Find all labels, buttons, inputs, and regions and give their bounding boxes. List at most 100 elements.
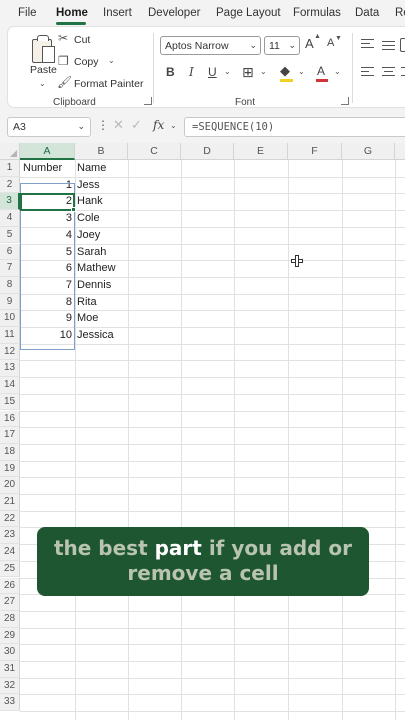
row-header[interactable]: 23 bbox=[0, 527, 20, 545]
row-header[interactable]: 29 bbox=[0, 627, 20, 645]
cell-name[interactable]: Sarah bbox=[77, 244, 106, 261]
italic-button[interactable]: I bbox=[189, 65, 194, 79]
row-header[interactable]: 13 bbox=[0, 360, 20, 378]
cell-a1[interactable]: Number bbox=[23, 160, 62, 177]
row-header[interactable]: 6 bbox=[0, 243, 20, 261]
clipboard-dialog-launcher-icon[interactable] bbox=[144, 97, 152, 105]
align-bottom-icon[interactable] bbox=[400, 38, 405, 52]
cell-name[interactable]: Cole bbox=[77, 210, 100, 227]
cell-number[interactable]: 9 bbox=[20, 310, 74, 327]
row-header[interactable]: 26 bbox=[0, 577, 20, 595]
cell-name[interactable]: Hank bbox=[77, 193, 103, 210]
select-all-button[interactable] bbox=[0, 143, 20, 160]
row-header[interactable]: 15 bbox=[0, 393, 20, 411]
row-header[interactable]: 22 bbox=[0, 510, 20, 528]
borders-chevron-down-icon[interactable]: ⌄ bbox=[260, 67, 267, 76]
tab-page-layout[interactable]: Page Layout bbox=[216, 7, 281, 19]
align-left-icon[interactable] bbox=[361, 67, 374, 78]
format-painter-button[interactable]: Format Painter bbox=[74, 78, 143, 90]
shrink-font-button[interactable]: A bbox=[327, 37, 334, 49]
tab-data[interactable]: Data bbox=[355, 7, 379, 19]
worksheet-grid[interactable]: A B C D E F G 1 2 3 4 5 6 7 8 9 10 11 12 13 14 15 16 17 1… bbox=[0, 143, 405, 720]
column-header-b[interactable]: B bbox=[75, 143, 128, 160]
tab-review[interactable]: Re bbox=[395, 7, 405, 19]
borders-icon[interactable]: ⊞ bbox=[242, 64, 254, 81]
underline-chevron-down-icon[interactable]: ⌄ bbox=[224, 67, 231, 76]
row-header[interactable]: 11 bbox=[0, 327, 20, 344]
row-header[interactable]: 30 bbox=[0, 644, 20, 661]
row-header[interactable]: 8 bbox=[0, 276, 20, 294]
row-header[interactable]: 14 bbox=[0, 377, 20, 394]
enter-check-icon[interactable]: ✓ bbox=[131, 117, 142, 133]
cell-name[interactable]: Rita bbox=[77, 294, 97, 311]
row-header[interactable]: 24 bbox=[0, 544, 20, 561]
grow-font-button[interactable]: A bbox=[305, 36, 314, 51]
column-header-e[interactable]: E bbox=[234, 143, 288, 160]
fill-color-icon[interactable]: ◆ bbox=[280, 63, 290, 79]
column-header-c[interactable]: C bbox=[128, 143, 181, 160]
cell-name[interactable]: Jessica bbox=[77, 327, 114, 344]
row-header[interactable]: 21 bbox=[0, 494, 20, 511]
cell-number[interactable]: 10 bbox=[20, 327, 74, 344]
column-header-g[interactable]: G bbox=[342, 143, 395, 160]
font-color-chevron-down-icon[interactable]: ⌄ bbox=[334, 67, 341, 76]
fill-handle[interactable] bbox=[71, 207, 76, 212]
cell-number[interactable]: 3 bbox=[20, 210, 74, 227]
row-header[interactable]: 32 bbox=[0, 677, 20, 695]
fill-color-chevron-down-icon[interactable]: ⌄ bbox=[298, 67, 305, 76]
tab-home[interactable]: Home bbox=[56, 7, 88, 19]
row-header[interactable]: 12 bbox=[0, 343, 20, 361]
paste-chevron-down-icon[interactable]: ⌄ bbox=[39, 79, 46, 88]
row-header[interactable]: 7 bbox=[0, 260, 20, 277]
font-color-button[interactable]: A bbox=[317, 64, 325, 78]
row-header[interactable]: 10 bbox=[0, 310, 20, 327]
column-header-f[interactable]: F bbox=[288, 143, 342, 160]
cell-number[interactable]: 5 bbox=[20, 244, 74, 261]
copy-chevron-down-icon[interactable]: ⌄ bbox=[108, 56, 115, 65]
cell-number[interactable]: 6 bbox=[20, 260, 74, 277]
row-header[interactable]: 16 bbox=[0, 410, 20, 428]
cell-number[interactable]: 4 bbox=[20, 227, 74, 244]
cell-name[interactable]: Dennis bbox=[77, 277, 111, 294]
tab-formulas[interactable]: Formulas bbox=[293, 7, 341, 19]
cancel-icon[interactable]: ✕ bbox=[113, 117, 124, 133]
font-size-select[interactable]: 11 ⌄ bbox=[264, 36, 300, 55]
insert-function-button[interactable]: fx bbox=[153, 118, 164, 132]
column-header-h[interactable] bbox=[395, 143, 405, 160]
row-header[interactable]: 1 bbox=[0, 160, 20, 177]
name-box[interactable]: A3 ⌄ bbox=[7, 117, 91, 137]
align-middle-icon[interactable] bbox=[382, 41, 395, 52]
cell-number[interactable]: 8 bbox=[20, 294, 74, 311]
cell-number[interactable]: 7 bbox=[20, 277, 74, 294]
row-header[interactable]: 25 bbox=[0, 560, 20, 578]
cell-number[interactable]: 1 bbox=[20, 177, 74, 194]
more-options-icon[interactable]: ⋮ bbox=[97, 118, 109, 132]
column-header-a[interactable]: A bbox=[20, 143, 75, 160]
row-header[interactable]: 17 bbox=[0, 427, 20, 444]
row-header[interactable]: 18 bbox=[0, 443, 20, 461]
row-header[interactable]: 3 bbox=[0, 193, 20, 211]
row-header[interactable]: 31 bbox=[0, 661, 20, 678]
column-header-d[interactable]: D bbox=[181, 143, 234, 160]
row-header[interactable]: 28 bbox=[0, 610, 20, 628]
align-center-icon[interactable] bbox=[382, 67, 395, 78]
cell-name[interactable]: Mathew bbox=[77, 260, 116, 277]
function-chevron-down-icon[interactable]: ⌄ bbox=[170, 121, 177, 130]
row-header[interactable]: 2 bbox=[0, 176, 20, 194]
copy-button[interactable]: Copy bbox=[74, 56, 99, 68]
row-header[interactable]: 27 bbox=[0, 594, 20, 611]
cell-name[interactable]: Jess bbox=[77, 177, 100, 194]
underline-button[interactable]: U bbox=[208, 65, 217, 79]
row-header[interactable]: 19 bbox=[0, 460, 20, 478]
align-top-icon[interactable] bbox=[361, 39, 374, 50]
row-header[interactable]: 5 bbox=[0, 226, 20, 244]
tab-file[interactable]: File bbox=[18, 7, 37, 19]
align-right-icon[interactable] bbox=[401, 67, 405, 78]
font-name-select[interactable]: Aptos Narrow ⌄ bbox=[160, 36, 261, 55]
bold-button[interactable]: B bbox=[166, 65, 175, 79]
row-header[interactable]: 9 bbox=[0, 293, 20, 311]
paste-icon[interactable] bbox=[30, 35, 56, 65]
cell-name[interactable]: Moe bbox=[77, 310, 98, 327]
row-header[interactable]: 4 bbox=[0, 210, 20, 227]
cut-button[interactable]: Cut bbox=[74, 34, 90, 46]
